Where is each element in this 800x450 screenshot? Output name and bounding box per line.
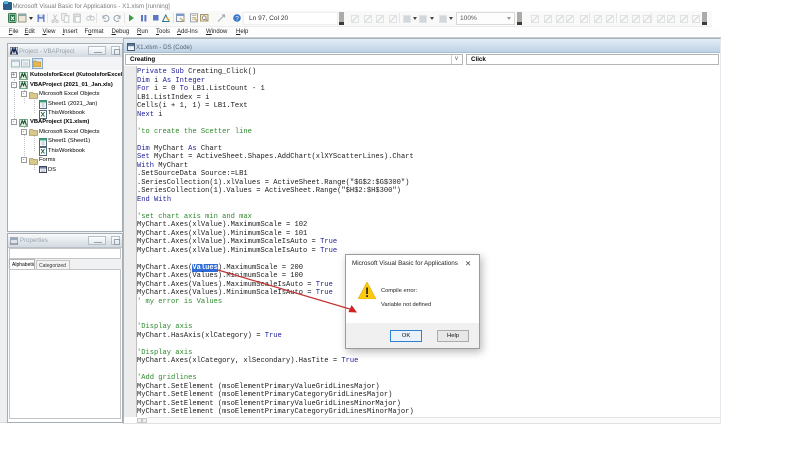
svg-text:?: ?: [235, 15, 239, 22]
